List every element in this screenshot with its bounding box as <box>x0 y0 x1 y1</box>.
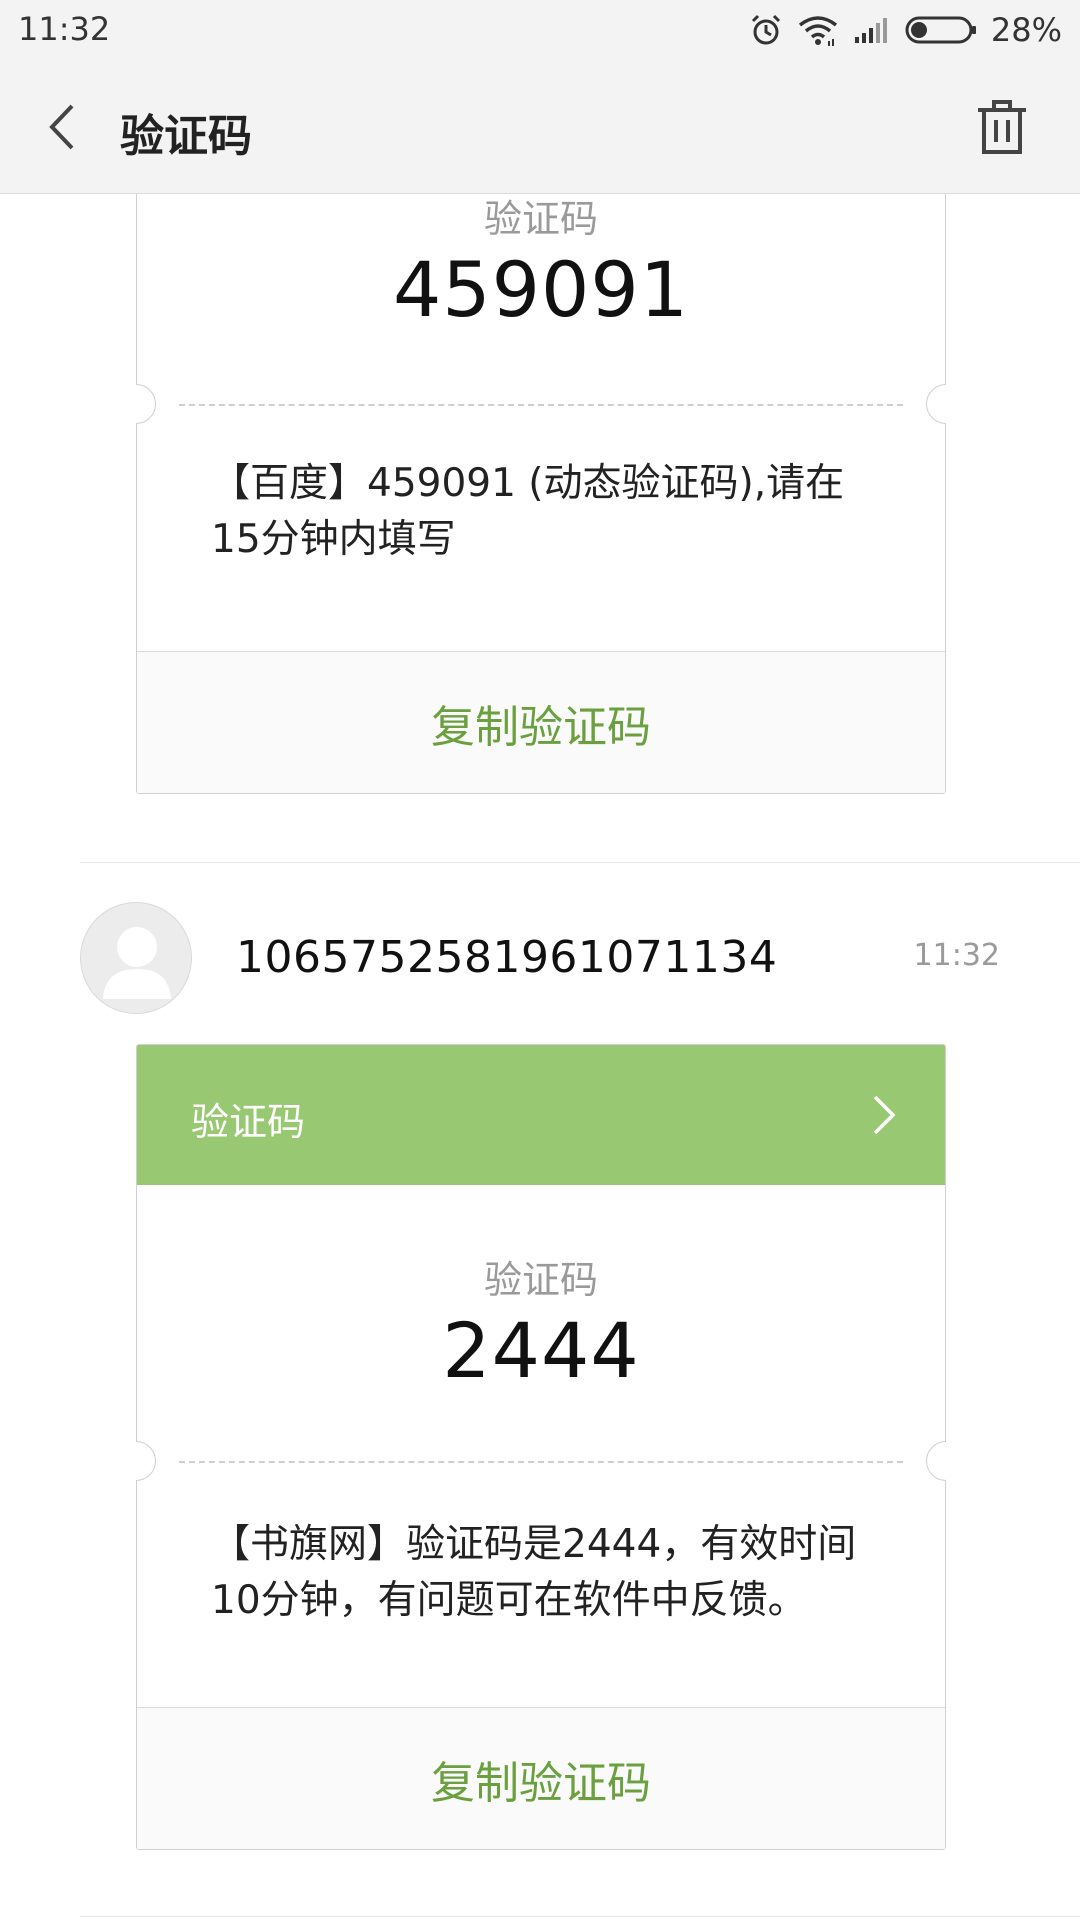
verification-card: 验证码 459091 【百度】459091 (动态验证码),请在 15分钟内填写… <box>136 194 946 794</box>
battery-icon <box>905 16 976 44</box>
message-list[interactable]: 验证码 459091 【百度】459091 (动态验证码),请在 15分钟内填写… <box>0 194 1080 1920</box>
back-button[interactable] <box>38 100 88 154</box>
tear-line <box>136 384 946 424</box>
signal-icon <box>854 18 887 43</box>
chevron-left-icon <box>49 104 74 150</box>
divider <box>80 862 1080 863</box>
message-body: 【百度】459091 (动态验证码),请在 15分钟内填写 <box>211 461 845 562</box>
wifi-icon <box>798 16 837 46</box>
sender-row[interactable]: 1065752581961071134 11:32 <box>80 902 1000 1014</box>
code-area: 验证码 459091 <box>137 194 945 334</box>
code-label: 验证码 <box>483 1258 598 1302</box>
status-time: 11:32 <box>18 10 111 48</box>
default-avatar-icon <box>103 927 171 999</box>
code-area: 验证码 2444 <box>137 1185 945 1395</box>
card-title: 验证码 <box>191 1100 306 1144</box>
card-header[interactable]: 验证码 <box>137 1045 945 1185</box>
sender-number: 1065752581961071134 <box>236 932 778 983</box>
message-body: 【书旗网】验证码是2444，有效时间 10分钟，有问题可在软件中反馈。 <box>211 1522 857 1623</box>
status-bar: 11:32 28% <box>0 0 1080 60</box>
divider <box>80 1916 1080 1917</box>
copy-code-button[interactable]: 复制验证码 <box>137 651 945 793</box>
chevron-right-icon <box>873 1095 896 1135</box>
app-header: 验证码 <box>0 60 1080 194</box>
battery-percent: 28% <box>990 11 1062 49</box>
avatar[interactable] <box>80 902 192 1014</box>
tear-line <box>136 1441 946 1481</box>
code-value[interactable]: 2444 <box>137 1306 945 1395</box>
code-value[interactable]: 459091 <box>137 245 945 334</box>
copy-code-button[interactable]: 复制验证码 <box>137 1707 945 1849</box>
page-title: 验证码 <box>120 111 252 162</box>
delete-button[interactable] <box>974 98 1030 156</box>
code-label: 验证码 <box>483 197 598 241</box>
trash-icon <box>978 100 1026 154</box>
message-time: 11:32 <box>913 938 1000 973</box>
status-icons: 28% <box>749 8 1062 52</box>
alarm-icon <box>751 14 780 45</box>
verification-card: 验证码 验证码 2444 【书旗网】验证码是2444，有效时间 10分钟，有问题… <box>136 1044 946 1850</box>
